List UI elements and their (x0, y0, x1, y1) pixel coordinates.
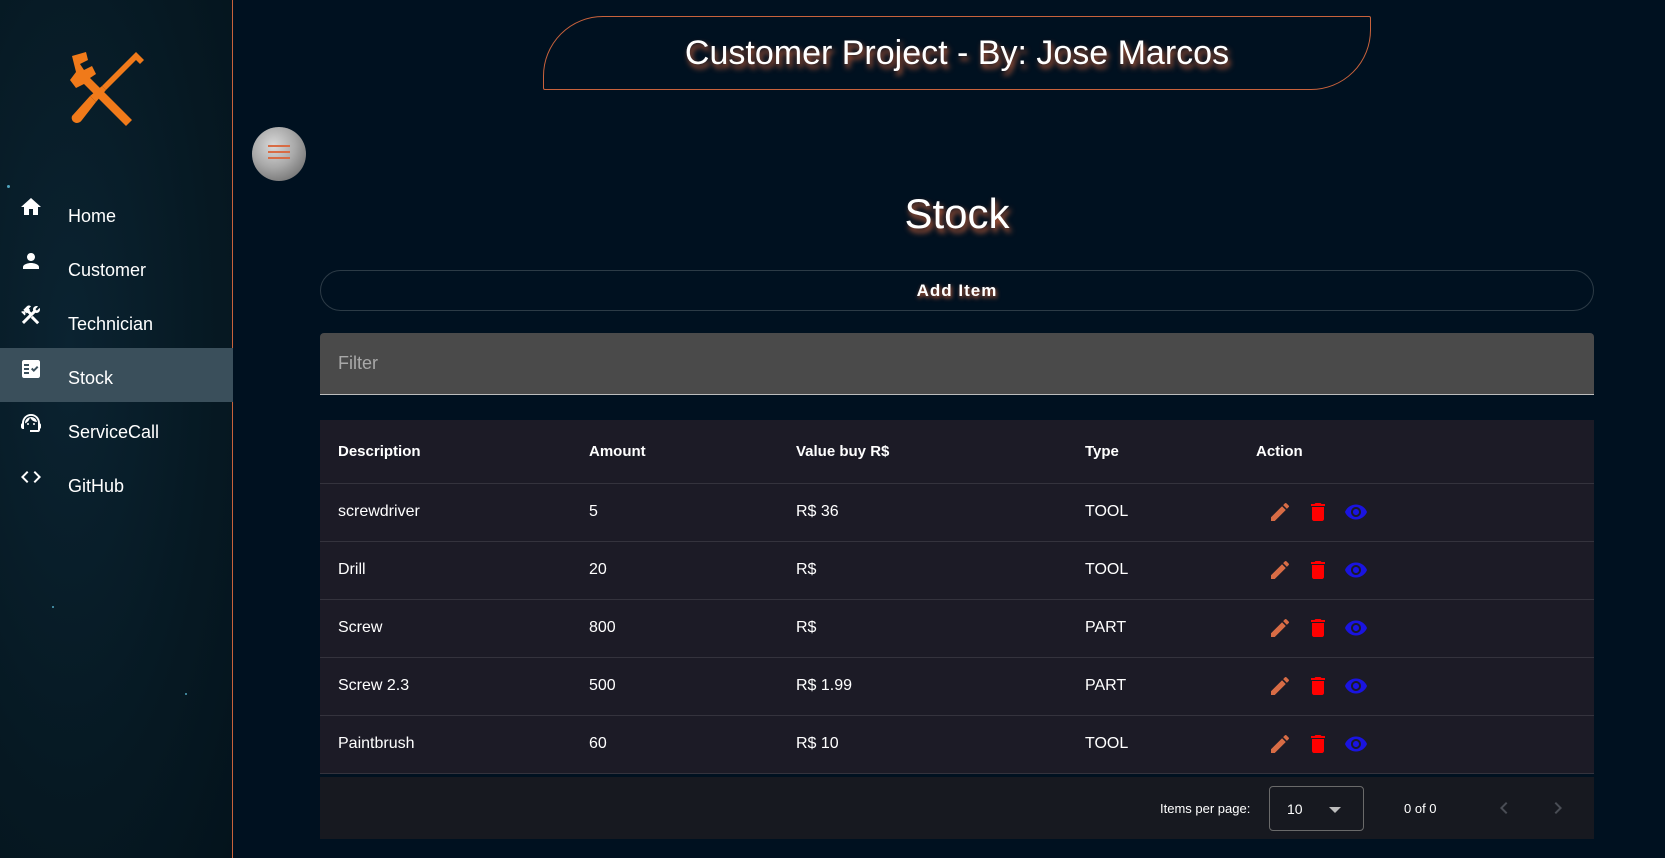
cell-type: TOOL (1085, 541, 1256, 600)
star-decoration (52, 606, 54, 608)
checklist-icon (22, 360, 40, 378)
cell-amount: 20 (589, 541, 796, 600)
sidebar-item-github[interactable]: GitHub (0, 456, 233, 510)
edit-icon[interactable] (1268, 616, 1292, 640)
cell-description: screwdriver (320, 483, 589, 542)
star-decoration (185, 693, 187, 695)
menu-toggle-button[interactable] (252, 127, 306, 181)
view-icon[interactable] (1344, 500, 1368, 524)
sidebar: Home Customer Technician Stock ServiceCa… (0, 0, 233, 858)
tools-icon (21, 305, 40, 325)
cell-value: R$ 36 (796, 483, 1085, 542)
cell-value: R$ (796, 541, 1085, 600)
edit-icon[interactable] (1268, 558, 1292, 582)
sidebar-item-technician[interactable]: Technician (0, 294, 233, 348)
cell-amount: 800 (589, 599, 796, 658)
page-title: Stock (904, 190, 1010, 237)
sidebar-item-customer[interactable]: Customer (0, 240, 233, 294)
sidebar-item-label: Home (68, 206, 117, 226)
filter-field (320, 333, 1594, 395)
next-page-button[interactable] (1546, 796, 1570, 820)
items-per-page-label: Items per page: (1160, 801, 1251, 816)
home-icon (21, 198, 41, 215)
column-header-amount: Amount (589, 420, 796, 484)
view-icon[interactable] (1344, 674, 1368, 698)
cell-value: R$ 10 (796, 715, 1085, 774)
column-header-description: Description (320, 420, 589, 484)
cell-actions (1256, 599, 1594, 658)
delete-icon[interactable] (1306, 500, 1330, 524)
edit-icon[interactable] (1268, 732, 1292, 756)
edit-icon[interactable] (1268, 674, 1292, 698)
paginator: Items per page: 10 0 of 0 (320, 777, 1594, 839)
cell-description: Drill (320, 541, 589, 600)
cell-actions (1256, 483, 1594, 542)
header-title-box: Customer Project - By: Jose Marcos (543, 16, 1371, 90)
dropdown-arrow-icon (1329, 807, 1341, 813)
delete-icon[interactable] (1306, 732, 1330, 756)
cell-type: PART (1085, 657, 1256, 716)
sidebar-item-stock[interactable]: Stock (0, 348, 233, 402)
stock-table: Description Amount Value buy R$ Type Act… (320, 420, 1594, 774)
cell-value: R$ 1.99 (796, 657, 1085, 716)
items-per-page-select[interactable]: 10 (1269, 786, 1364, 831)
column-header-type: Type (1085, 420, 1256, 484)
support-agent-icon (21, 414, 41, 432)
table-row: Screw 2.3 500 R$ 1.99 PART (320, 657, 1594, 716)
cell-actions (1256, 541, 1594, 600)
person-icon (23, 253, 39, 269)
table-row: screwdriver 5 R$ 36 TOOL (320, 483, 1594, 542)
cell-type: TOOL (1085, 715, 1256, 774)
sidebar-item-label: Customer (68, 260, 147, 280)
cell-amount: 5 (589, 483, 796, 542)
table-row: Paintbrush 60 R$ 10 TOOL (320, 715, 1594, 774)
filter-input[interactable] (320, 333, 1594, 394)
cell-actions (1256, 657, 1594, 716)
view-icon[interactable] (1344, 616, 1368, 640)
table-row: Drill 20 R$ TOOL (320, 541, 1594, 600)
view-icon[interactable] (1344, 732, 1368, 756)
menu-icon (268, 145, 290, 163)
sidebar-item-label: ServiceCall (68, 422, 160, 442)
page-range-label: 0 of 0 (1404, 801, 1437, 816)
sidebar-item-label: Technician (68, 314, 154, 334)
sidebar-item-servicecall[interactable]: ServiceCall (0, 402, 233, 456)
table-header-row: Description Amount Value buy R$ Type Act… (320, 420, 1594, 484)
cell-value: R$ (796, 599, 1085, 658)
delete-icon[interactable] (1306, 616, 1330, 640)
items-per-page-value: 10 (1287, 801, 1303, 817)
delete-icon[interactable] (1306, 674, 1330, 698)
cell-amount: 500 (589, 657, 796, 716)
column-header-value: Value buy R$ (796, 420, 1085, 484)
view-icon[interactable] (1344, 558, 1368, 582)
sidebar-item-home[interactable]: Home (0, 186, 233, 240)
cell-amount: 60 (589, 715, 796, 774)
delete-icon[interactable] (1306, 558, 1330, 582)
sidebar-item-label: GitHub (68, 476, 125, 496)
previous-page-button[interactable] (1492, 796, 1516, 820)
table-row: Screw 800 R$ PART (320, 599, 1594, 658)
cell-actions (1256, 715, 1594, 774)
cell-description: Screw 2.3 (320, 657, 589, 716)
edit-icon[interactable] (1268, 500, 1292, 524)
app-title: Customer Project - By: Jose Marcos (684, 33, 1230, 72)
add-item-button[interactable]: Add Item (320, 270, 1594, 311)
sidebar-nav: Home Customer Technician Stock ServiceCa… (0, 186, 233, 510)
cell-type: PART (1085, 599, 1256, 658)
tools-logo-icon (70, 52, 144, 126)
cell-description: Screw (320, 599, 589, 658)
cell-type: TOOL (1085, 483, 1256, 542)
cell-description: Paintbrush (320, 715, 589, 774)
sidebar-item-label: Stock (68, 368, 114, 388)
column-header-action: Action (1256, 420, 1594, 484)
code-icon (21, 471, 41, 483)
